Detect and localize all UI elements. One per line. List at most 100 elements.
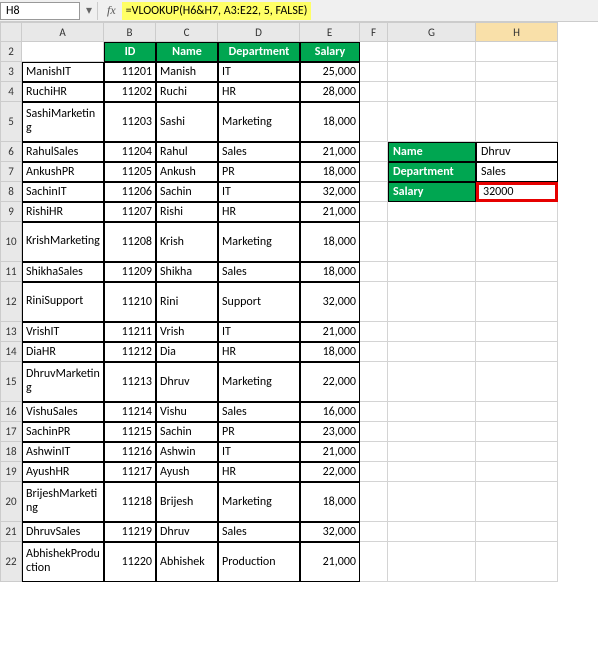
- row-header[interactable]: 16: [0, 402, 22, 422]
- row-header[interactable]: 17: [0, 422, 22, 442]
- select-all-corner[interactable]: [0, 22, 22, 42]
- cell-dept[interactable]: HR: [218, 82, 300, 102]
- cell-blank[interactable]: [476, 342, 558, 362]
- cell-key[interactable]: DiaHR: [22, 342, 104, 362]
- col-header-A[interactable]: A: [22, 22, 104, 42]
- cell-dept[interactable]: PR: [218, 162, 300, 182]
- cell-id[interactable]: 11202: [104, 82, 156, 102]
- cell-salary[interactable]: 18,000: [300, 222, 360, 262]
- name-box-dropdown-icon[interactable]: ▾: [84, 3, 94, 18]
- name-box[interactable]: H8: [0, 2, 80, 20]
- cell-A2[interactable]: [22, 42, 104, 62]
- cell-name[interactable]: Rahul: [156, 142, 218, 162]
- cell-blank[interactable]: [388, 262, 476, 282]
- row-header[interactable]: 14: [0, 342, 22, 362]
- cell-blank[interactable]: [476, 102, 558, 142]
- cell-dept[interactable]: IT: [218, 182, 300, 202]
- cell-dept[interactable]: Sales: [218, 522, 300, 542]
- cell-key[interactable]: SashiMarketing: [22, 102, 104, 142]
- cell-salary[interactable]: 25,000: [300, 62, 360, 82]
- cell-salary[interactable]: 16,000: [300, 402, 360, 422]
- cell-blank[interactable]: [476, 402, 558, 422]
- header-salary[interactable]: Salary: [300, 42, 360, 62]
- cell-key[interactable]: ShikhaSales: [22, 262, 104, 282]
- cell-dept[interactable]: IT: [218, 62, 300, 82]
- cell-blank[interactable]: [360, 282, 388, 322]
- cell-name[interactable]: Dhruv: [156, 522, 218, 542]
- cell-dept[interactable]: Sales: [218, 402, 300, 422]
- cell-dept[interactable]: IT: [218, 442, 300, 462]
- row-header[interactable]: 11: [0, 262, 22, 282]
- col-header-D[interactable]: D: [218, 22, 300, 42]
- formula-input[interactable]: =VLOOKUP(H6&H7, A3:E22, 5, FALSE): [122, 2, 312, 20]
- row-header[interactable]: 3: [0, 62, 22, 82]
- cell-salary[interactable]: 21,000: [300, 442, 360, 462]
- cell-key[interactable]: SachinIT: [22, 182, 104, 202]
- cell-name[interactable]: Shikha: [156, 262, 218, 282]
- cell-name[interactable]: Vrish: [156, 322, 218, 342]
- cell-blank[interactable]: [360, 62, 388, 82]
- cell-name[interactable]: Dhruv: [156, 362, 218, 402]
- cell-blank[interactable]: [388, 462, 476, 482]
- cell-salary[interactable]: 28,000: [300, 82, 360, 102]
- cell-blank[interactable]: [360, 342, 388, 362]
- cell-name[interactable]: Dia: [156, 342, 218, 362]
- cell-id[interactable]: 11218: [104, 482, 156, 522]
- cell-blank[interactable]: [388, 482, 476, 522]
- lookup-name-value[interactable]: Dhruv: [476, 142, 558, 162]
- cell-blank[interactable]: [360, 482, 388, 522]
- cell-name[interactable]: Ankush: [156, 162, 218, 182]
- cell-blank[interactable]: [360, 522, 388, 542]
- cell-salary[interactable]: 18,000: [300, 342, 360, 362]
- cell-blank[interactable]: [476, 422, 558, 442]
- cell-name[interactable]: Rishi: [156, 202, 218, 222]
- header-id[interactable]: ID: [104, 42, 156, 62]
- cell-name[interactable]: Ayush: [156, 462, 218, 482]
- cell-blank[interactable]: [476, 362, 558, 402]
- cell-key[interactable]: RishiHR: [22, 202, 104, 222]
- lookup-salary-label[interactable]: Salary: [388, 182, 476, 202]
- cell-dept[interactable]: Marketing: [218, 222, 300, 262]
- cell-dept[interactable]: HR: [218, 462, 300, 482]
- cell-blank[interactable]: [360, 162, 388, 182]
- cell-name[interactable]: Ruchi: [156, 82, 218, 102]
- col-header-B[interactable]: B: [104, 22, 156, 42]
- row-header[interactable]: 8: [0, 182, 22, 202]
- cell-blank[interactable]: [360, 362, 388, 402]
- cell-blank[interactable]: [388, 82, 476, 102]
- cell-blank[interactable]: [476, 322, 558, 342]
- cell-blank[interactable]: [360, 82, 388, 102]
- cell-name[interactable]: Sashi: [156, 102, 218, 142]
- cell-key[interactable]: KrishMarketing: [22, 222, 104, 262]
- cell-blank[interactable]: [388, 342, 476, 362]
- cell-salary[interactable]: 21,000: [300, 322, 360, 342]
- cell-blank[interactable]: [388, 282, 476, 322]
- row-header[interactable]: 12: [0, 282, 22, 322]
- row-header[interactable]: 5: [0, 102, 22, 142]
- cell-salary[interactable]: 32,000: [300, 282, 360, 322]
- fx-icon[interactable]: fx: [107, 3, 116, 18]
- col-header-C[interactable]: C: [156, 22, 218, 42]
- cell-blank[interactable]: [388, 522, 476, 542]
- cell-key[interactable]: AshwinIT: [22, 442, 104, 462]
- cell-blank[interactable]: [476, 262, 558, 282]
- cell-blank[interactable]: [476, 462, 558, 482]
- cell-blank[interactable]: [388, 62, 476, 82]
- cell-dept[interactable]: HR: [218, 202, 300, 222]
- row-header[interactable]: 7: [0, 162, 22, 182]
- header-dept[interactable]: Department: [218, 42, 300, 62]
- cell-blank[interactable]: [360, 442, 388, 462]
- row-header[interactable]: 4: [0, 82, 22, 102]
- cell-blank[interactable]: [360, 142, 388, 162]
- cell-blank[interactable]: [360, 402, 388, 422]
- cell-salary[interactable]: 21,000: [300, 542, 360, 582]
- cell-id[interactable]: 11220: [104, 542, 156, 582]
- cell-blank[interactable]: [388, 442, 476, 462]
- header-name[interactable]: Name: [156, 42, 218, 62]
- cell-F2[interactable]: [360, 42, 388, 62]
- cell-key[interactable]: DhruvSales: [22, 522, 104, 542]
- cell-blank[interactable]: [476, 202, 558, 222]
- cell-dept[interactable]: Marketing: [218, 362, 300, 402]
- row-header[interactable]: 22: [0, 542, 22, 582]
- lookup-salary-value[interactable]: 32000: [476, 182, 558, 202]
